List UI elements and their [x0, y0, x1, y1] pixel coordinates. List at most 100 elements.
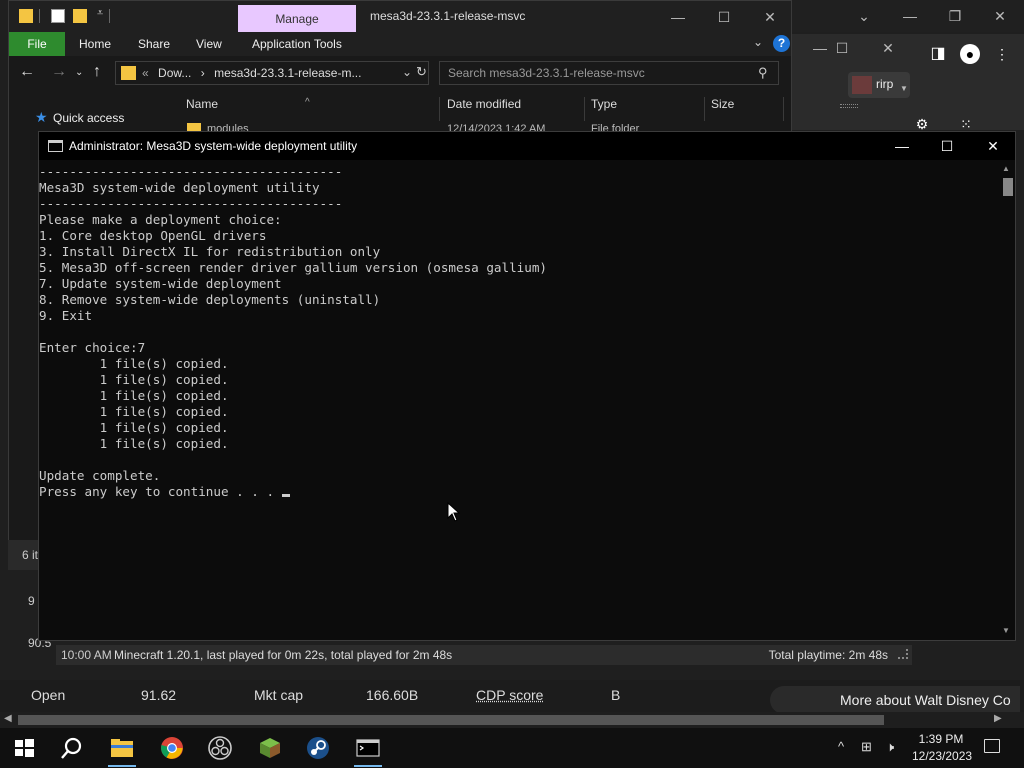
- minimize-icon[interactable]: —: [900, 6, 920, 26]
- maximize-icon[interactable]: ☐: [933, 135, 961, 157]
- scroll-right-icon[interactable]: ▶: [994, 713, 1002, 724]
- open-label: Open: [31, 687, 66, 703]
- navigation-bar: ← → ⌄ ↑ « Dow... › mesa3d-23.3.1-release…: [9, 57, 791, 89]
- help-icon[interactable]: ?: [773, 35, 790, 52]
- item-count-status: 6 it: [8, 540, 40, 570]
- forward-arrow-icon[interactable]: →: [51, 63, 67, 81]
- search-placeholder: Search mesa3d-23.3.1-release-msvc: [448, 66, 645, 80]
- more-about-link[interactable]: More about Walt Disney Co: [770, 686, 1020, 714]
- close-icon[interactable]: ✕: [755, 6, 785, 28]
- divider: [39, 9, 40, 23]
- ribbon-tabs: File Home Share View Application Tools ⌄…: [9, 32, 791, 56]
- close-icon[interactable]: ✕: [878, 38, 898, 58]
- restore-icon[interactable]: ☐: [832, 38, 852, 58]
- console-output[interactable]: ----------------------------------------…: [39, 162, 1001, 640]
- profile-switcher[interactable]: rirp ▼: [848, 72, 910, 98]
- tab-home[interactable]: Home: [79, 37, 111, 51]
- console-titlebar[interactable]: Administrator: Mesa3D system-wide deploy…: [39, 132, 1015, 160]
- minimize-icon[interactable]: —: [888, 135, 916, 157]
- file-explorer-icon: [111, 739, 133, 757]
- column-date-modified[interactable]: Date modified: [447, 97, 521, 111]
- search-button[interactable]: [48, 728, 96, 768]
- scroll-thumb[interactable]: [18, 715, 884, 725]
- refresh-icon[interactable]: ↻: [416, 64, 427, 80]
- network-icon[interactable]: ⊞: [861, 739, 872, 755]
- notification-center-icon[interactable]: [984, 739, 1000, 753]
- column-name[interactable]: Name: [186, 97, 218, 111]
- chevron-down-icon[interactable]: ⌄: [854, 6, 874, 26]
- close-icon[interactable]: ✕: [990, 6, 1010, 26]
- console-line: 1 file(s) copied.: [39, 372, 229, 387]
- resize-grip[interactable]: [898, 649, 908, 659]
- sidebar-toggle-icon[interactable]: ◨: [928, 44, 948, 64]
- console-line: Mesa3D system-wide deployment utility: [39, 180, 320, 195]
- expand-ribbon-icon[interactable]: ⌄: [753, 35, 763, 49]
- recent-locations-icon[interactable]: ⌄: [75, 67, 83, 78]
- breadcrumb-downloads[interactable]: Dow...: [158, 66, 191, 80]
- chevron-down-icon[interactable]: ⌄: [402, 65, 412, 79]
- properties-icon[interactable]: [51, 9, 65, 23]
- new-folder-icon[interactable]: [73, 9, 87, 23]
- tab-application-tools[interactable]: Application Tools: [252, 37, 342, 51]
- scroll-thumb[interactable]: [1003, 178, 1013, 196]
- taskbar-steam[interactable]: [294, 728, 342, 768]
- column-divider[interactable]: [584, 97, 585, 121]
- column-divider[interactable]: [439, 97, 440, 121]
- console-line: ----------------------------------------: [39, 196, 343, 211]
- horizontal-scrollbar[interactable]: ◀ ▶: [0, 712, 1024, 728]
- column-divider[interactable]: [704, 97, 705, 121]
- open-value: 91.62: [141, 687, 177, 703]
- up-arrow-icon[interactable]: ↑: [93, 63, 101, 81]
- tab-view[interactable]: View: [196, 37, 222, 51]
- manage-contextual-tab[interactable]: Manage: [238, 5, 356, 33]
- profile-name: rirp: [876, 77, 894, 91]
- taskbar-command-prompt[interactable]: [344, 728, 392, 768]
- column-size[interactable]: Size: [711, 97, 734, 111]
- customize-quick-access-icon[interactable]: ⩡: [97, 7, 103, 20]
- tab-file[interactable]: File: [9, 32, 65, 56]
- breadcrumb-current-folder[interactable]: mesa3d-23.3.1-release-m...: [214, 66, 361, 80]
- console-line: 1 file(s) copied.: [39, 436, 229, 451]
- column-type[interactable]: Type: [591, 97, 617, 111]
- breadcrumb-separator[interactable]: ›: [201, 66, 205, 80]
- drag-handle[interactable]: [840, 104, 858, 108]
- more-menu-icon[interactable]: ⋮: [992, 44, 1012, 64]
- back-arrow-icon[interactable]: ←: [19, 63, 35, 81]
- restore-icon[interactable]: ❐: [945, 6, 965, 26]
- address-bar[interactable]: « Dow... › mesa3d-23.3.1-release-m... ⌄ …: [115, 61, 429, 85]
- sort-up-icon: ^: [305, 97, 310, 108]
- text-cursor: [281, 494, 290, 497]
- browser-titlebar: ⌄ — ❐ ✕: [790, 0, 1024, 32]
- scroll-down-icon[interactable]: ▼: [1002, 626, 1010, 635]
- window-title: Administrator: Mesa3D system-wide deploy…: [69, 139, 358, 153]
- overflow-chevron[interactable]: «: [142, 66, 149, 80]
- profile-icon[interactable]: ●: [960, 44, 980, 64]
- console-line: 7. Update system-wide deployment: [39, 276, 282, 291]
- minimize-icon[interactable]: —: [810, 38, 830, 58]
- vertical-scrollbar[interactable]: ▲ ▼: [1001, 162, 1015, 640]
- start-button[interactable]: [0, 728, 48, 768]
- taskbar-chrome[interactable]: [148, 728, 196, 768]
- sidebar-item-quick-access[interactable]: Quick access: [53, 111, 124, 125]
- taskbar: ^ ⊞ 🕨 1:39 PM 12/23/2023: [0, 728, 1024, 768]
- system-clock[interactable]: 1:39 PM 12/23/2023: [912, 731, 973, 765]
- search-box[interactable]: Search mesa3d-23.3.1-release-msvc ⚲: [439, 61, 779, 85]
- volume-muted-icon[interactable]: 🕨: [886, 739, 894, 755]
- taskbar-file-explorer[interactable]: [98, 728, 146, 768]
- mktcap-label: Mkt cap: [254, 687, 304, 703]
- console-line: Please make a deployment choice:: [39, 212, 282, 227]
- clock-date: 12/23/2023: [912, 749, 973, 763]
- scroll-left-icon[interactable]: ◀: [4, 713, 12, 724]
- column-divider[interactable]: [783, 97, 784, 121]
- tab-share[interactable]: Share: [138, 37, 170, 51]
- show-hidden-icons-icon[interactable]: ^: [838, 739, 844, 754]
- maximize-icon[interactable]: ☐: [709, 6, 739, 28]
- taskbar-obs[interactable]: [196, 728, 244, 768]
- close-icon[interactable]: ✕: [979, 135, 1007, 157]
- minimize-icon[interactable]: —: [663, 6, 693, 28]
- explorer-titlebar: ⩡ Manage mesa3d-23.3.1-release-msvc — ☐ …: [9, 1, 791, 33]
- taskbar-minecraft-launcher[interactable]: [246, 728, 294, 768]
- command-prompt-icon[interactable]: [48, 140, 63, 152]
- cdp-label[interactable]: CDP score: [476, 687, 543, 703]
- scroll-up-icon[interactable]: ▲: [1002, 164, 1010, 173]
